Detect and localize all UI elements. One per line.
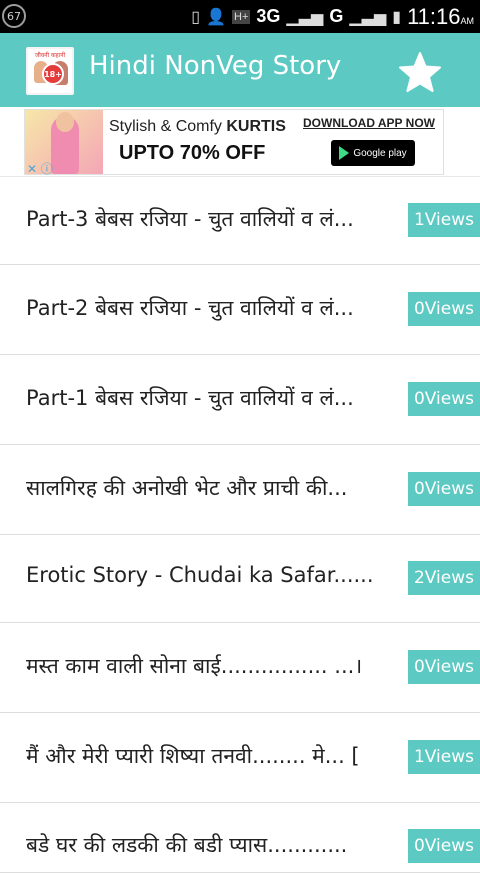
views-badge: 0Views bbox=[408, 472, 480, 506]
play-icon bbox=[339, 146, 350, 160]
story-title: Part-1 बेबस रजिया - चुत वालियों व लं... bbox=[26, 386, 354, 410]
ad-banner[interactable]: Stylish & Comfy KURTIS UPTO 70% OFF DOWN… bbox=[24, 109, 444, 177]
story-list-item[interactable]: सालगिरह की अनोखी भेट और प्राची की... 0Vie… bbox=[0, 445, 480, 535]
story-list-item[interactable]: बडे घर की लडकी की बडी प्यास............ 0… bbox=[0, 803, 480, 873]
views-badge: 1Views bbox=[408, 203, 480, 237]
views-badge: 0Views bbox=[408, 292, 480, 326]
story-title: बडे घर की लडकी की बडी प्यास............ bbox=[26, 833, 348, 857]
favorite-star-icon[interactable] bbox=[398, 51, 442, 93]
network-type-label-2: G bbox=[329, 6, 344, 26]
ad-close-info-icon[interactable]: ✕ ⓘ bbox=[27, 160, 53, 177]
story-list-item[interactable]: Part-3 बेबस रजिया - चुत वालियों व लं... 1… bbox=[0, 177, 480, 265]
notification-count-badge: 67 bbox=[2, 4, 26, 28]
logo-caption: जीवनी कहानी bbox=[34, 52, 66, 59]
story-title: मैं और मेरी प्यारी शिष्या तनवी........ म… bbox=[26, 744, 360, 768]
app-bar: जीवनी कहानी 18+ Hindi NonVeg Story bbox=[0, 33, 480, 107]
app-title: Hindi NonVeg Story bbox=[89, 51, 342, 81]
ad-offer: UPTO 70% OFF bbox=[119, 142, 266, 164]
views-badge: 0Views bbox=[408, 382, 480, 416]
story-title: Part-3 बेबस रजिया - चुत वालियों व लं... bbox=[26, 207, 354, 231]
logo-age-mark: 18+ bbox=[42, 63, 64, 85]
story-list-item[interactable]: Erotic Story - Chudai ka Safar...... 2Vie… bbox=[0, 535, 480, 623]
views-badge: 2Views bbox=[408, 561, 480, 595]
story-list-item[interactable]: मैं और मेरी प्यारी शिष्या तनवी........ म… bbox=[0, 713, 480, 803]
signal-icon: ▁▃▅ bbox=[286, 8, 324, 26]
views-badge: 0Views bbox=[408, 829, 480, 863]
phone-vibrate-icon: ▯ bbox=[191, 8, 201, 26]
views-badge: 1Views bbox=[408, 740, 480, 774]
google-play-badge[interactable]: Google play bbox=[331, 140, 415, 166]
ad-banner-area: Stylish & Comfy KURTIS UPTO 70% OFF DOWN… bbox=[0, 107, 480, 176]
app-logo: जीवनी कहानी 18+ bbox=[26, 47, 74, 95]
story-title: सालगिरह की अनोखी भेट और प्राची की... bbox=[26, 476, 348, 500]
ad-headline: Stylish & Comfy KURTIS bbox=[109, 118, 286, 135]
network-type-label: 3G bbox=[256, 6, 281, 26]
story-list: Part-3 बेबस रजिया - चुत वालियों व लं... 1… bbox=[0, 177, 480, 873]
battery-icon: ▮ bbox=[392, 8, 402, 26]
status-icons: ▯ 👤 H+ 3G ▁▃▅ G ▁▃▅ ▮ 11:16AM bbox=[191, 0, 474, 33]
story-title: Erotic Story - Chudai ka Safar...... bbox=[26, 563, 374, 587]
story-title: Part-2 बेबस रजिया - चुत वालियों व लं... bbox=[26, 296, 354, 320]
ad-download-link[interactable]: DOWNLOAD APP NOW bbox=[303, 116, 435, 130]
views-badge: 0Views bbox=[408, 650, 480, 684]
contacts-icon: 👤 bbox=[206, 8, 227, 26]
ad-model-head bbox=[56, 112, 74, 132]
story-title: मस्त काम वाली सोना बाई................ .… bbox=[26, 654, 363, 678]
story-list-item[interactable]: Part-2 बेबस रजिया - चुत वालियों व लं... 0… bbox=[0, 265, 480, 355]
hplus-data-icon: H+ bbox=[232, 9, 251, 24]
status-bar: 67 ▯ 👤 H+ 3G ▁▃▅ G ▁▃▅ ▮ 11:16AM bbox=[0, 0, 480, 33]
signal-icon-2: ▁▃▅ bbox=[349, 8, 387, 26]
story-list-item[interactable]: Part-1 बेबस रजिया - चुत वालियों व लं... 0… bbox=[0, 355, 480, 445]
clock: 11:16AM bbox=[407, 3, 474, 29]
story-list-item[interactable]: मस्त काम वाली सोना बाई................ .… bbox=[0, 623, 480, 713]
